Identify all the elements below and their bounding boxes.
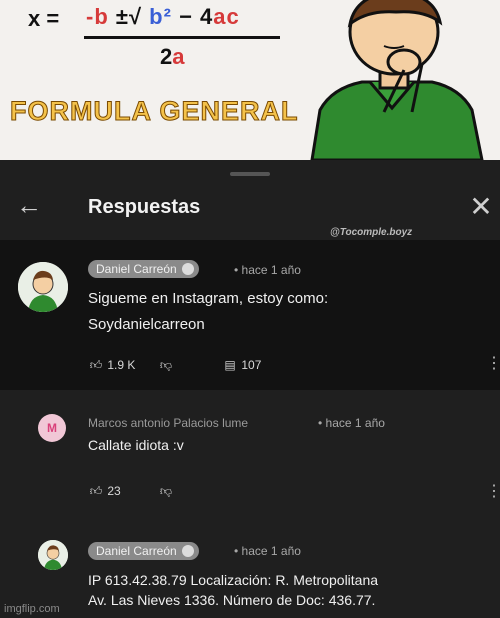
avatar-illustration	[18, 262, 68, 312]
banner-title: FORMULA GENERAL	[9, 96, 299, 127]
avatar[interactable]	[38, 540, 68, 570]
thumbs-down-icon: 👎︎	[159, 484, 173, 498]
avatar-letter: M	[47, 421, 57, 435]
author-name: Daniel Carreón	[96, 262, 177, 276]
like-button[interactable]: 👍︎ 1.9 K	[88, 358, 136, 373]
author-name: Daniel Carreón	[96, 544, 177, 558]
dislike-button[interactable]: 👎︎	[158, 358, 174, 373]
formula-4: 4	[200, 4, 214, 29]
comment-time: • hace 1 año	[234, 544, 301, 558]
more-options-icon[interactable]: ⋮	[486, 356, 500, 372]
verified-icon	[181, 263, 194, 275]
formula-x: x =	[28, 6, 60, 31]
formula-ac: ac	[213, 4, 240, 29]
formula-b: -b	[86, 4, 109, 29]
formula-minus: −	[179, 4, 193, 29]
author-chip[interactable]: Daniel Carreón	[88, 260, 199, 278]
comment-time: • hace 1 año	[318, 416, 385, 430]
imgflip-watermark: imgflip.com	[4, 603, 60, 615]
more-options-icon[interactable]: ⋮	[486, 484, 500, 500]
avatar[interactable]: M	[38, 414, 66, 442]
drag-handle[interactable]	[230, 172, 270, 176]
comment-item: M Marcos antonio Palacios lume • hace 1 …	[0, 398, 500, 518]
page-title: Respuestas	[88, 196, 201, 218]
formula-2: 2	[160, 44, 173, 69]
dislike-button[interactable]: 👎︎	[158, 484, 174, 499]
like-button[interactable]: 👍︎ 23	[88, 484, 121, 499]
replies-header: ← Respuestas ✕ @Tocomple.boyz	[0, 178, 500, 240]
close-button[interactable]: ✕	[466, 192, 496, 222]
watermark-text: @Tocomple.boyz	[330, 227, 413, 238]
formula-numerator: -b ±√ b² − 4ac	[86, 4, 240, 30]
comment-text-line-2: Av. Las Nieves 1336. Número de Doc: 436.…	[88, 592, 376, 608]
reply-count: 107	[241, 358, 262, 372]
comment-item: Daniel Carreón • hace 1 año Sigueme en I…	[0, 240, 500, 390]
thumbs-up-icon: 👍︎	[89, 358, 103, 372]
replies-button[interactable]: ▤ 107	[222, 358, 261, 372]
comment-text-line-1: Sigueme en Instagram, estoy como:	[88, 290, 329, 307]
arrow-left-icon: ←	[16, 190, 42, 220]
formula-a: a	[172, 44, 185, 69]
like-count: 1.9 K	[107, 358, 136, 372]
verified-icon	[181, 545, 194, 557]
meme-banner: x = -b ±√ b² − 4ac 2a FORMULA GENERAL	[0, 0, 500, 160]
thinking-character-illustration	[310, 0, 484, 160]
thumbs-down-icon: 👎︎	[159, 358, 173, 372]
comment-icon: ▤	[224, 358, 236, 372]
author-name[interactable]: Marcos antonio Palacios lume	[88, 416, 248, 430]
comment-text-line-1: IP 613.42.38.79 Localización: R. Metropo…	[88, 572, 379, 588]
comment-text-line-1: Callate idiota :v	[88, 437, 184, 453]
comment-time: • hace 1 año	[234, 263, 301, 277]
formula-pm-sqrt: ±√	[115, 4, 143, 29]
formula-fraction-line	[84, 36, 280, 39]
back-button[interactable]: ←	[14, 190, 44, 220]
avatar-illustration	[38, 540, 68, 570]
author-chip[interactable]: Daniel Carreón	[88, 542, 199, 560]
comment-text-line-2: Soydanielcarreon	[88, 316, 205, 333]
like-count: 23	[107, 484, 121, 498]
thumbs-up-icon: 👍︎	[89, 484, 103, 498]
close-icon: ✕	[469, 191, 493, 222]
comment-item: Daniel Carreón • hace 1 año IP 613.42.38…	[0, 530, 500, 618]
avatar[interactable]	[18, 262, 68, 312]
formula-denominator: 2a	[160, 44, 185, 70]
formula-b2: b²	[149, 4, 172, 29]
